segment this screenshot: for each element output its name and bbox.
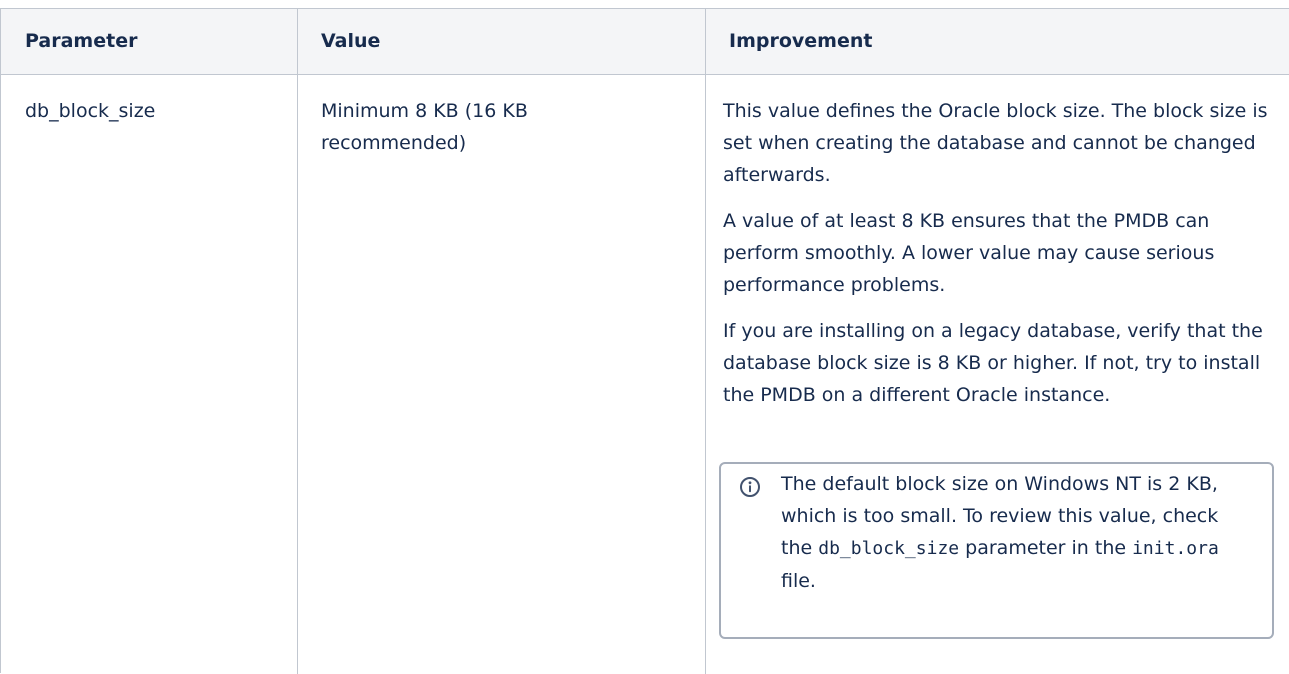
cell-value: Minimum 8 KB (16 KB recommended)	[321, 95, 681, 159]
improvement-paragraph: This value defines the Oracle block size…	[723, 100, 1268, 186]
info-circle-icon	[740, 477, 760, 497]
note-text: file.	[781, 570, 816, 592]
info-note-panel: The default block size on Windows NT is …	[719, 462, 1274, 639]
improvement-paragraph: A value of at least 8 KB ensures that th…	[723, 210, 1215, 296]
column-divider	[705, 9, 706, 674]
table-header-row: Parameter Value Improvement	[1, 9, 1289, 75]
improvement-paragraph: If you are installing on a legacy databa…	[723, 320, 1263, 406]
header-parameter: Parameter	[25, 30, 138, 52]
info-note-text: The default block size on Windows NT is …	[781, 468, 1241, 597]
cell-improvement: This value defines the Oracle block size…	[723, 95, 1268, 425]
cell-parameter: db_block_size	[25, 100, 156, 122]
note-code-init-ora: init.ora	[1132, 538, 1219, 559]
note-code-db-block-size: db_block_size	[818, 538, 960, 559]
note-text: parameter in the	[959, 537, 1133, 559]
cell-value-line: recommended)	[321, 132, 467, 154]
header-value: Value	[321, 30, 381, 52]
cell-value-line: Minimum 8 KB (16 KB	[321, 100, 528, 122]
parameter-table: Parameter Value Improvement db_block_siz…	[0, 8, 1289, 674]
header-improvement: Improvement	[729, 30, 873, 52]
column-divider	[297, 9, 298, 674]
